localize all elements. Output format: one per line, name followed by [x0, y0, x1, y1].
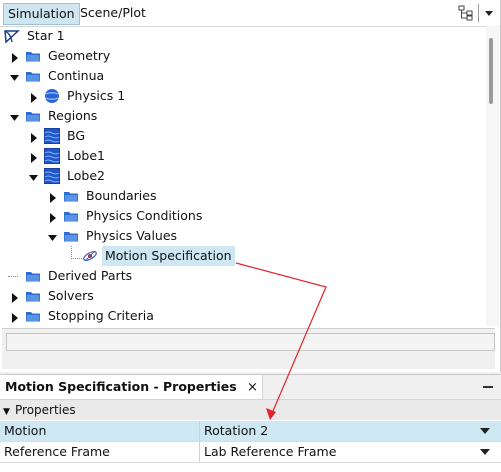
tree-item-lobe1[interactable]: Lobe1: [0, 146, 486, 166]
sim-icon: [4, 28, 20, 44]
dropdown-arrow-icon[interactable]: [480, 428, 490, 434]
folder-icon: [25, 268, 41, 284]
folder-icon: [25, 308, 41, 324]
tree-item-stopping-criteria[interactable]: Stopping Criteria: [0, 306, 486, 326]
folder-icon: [25, 288, 41, 304]
tree-item-label: Physics Conditions: [86, 208, 203, 223]
tree-item-physics-1[interactable]: Physics 1: [0, 86, 486, 106]
tree-item-label: Continua: [48, 68, 105, 83]
property-row-reference-frame[interactable]: Reference Frame Lab Reference Frame: [0, 442, 501, 463]
column-divider: [199, 442, 200, 462]
tab-simulation[interactable]: Simulation: [3, 3, 80, 25]
simulation-panel: Simulation Scene/Plot Star 1 Geometry Cont…: [0, 0, 501, 372]
tree-item-motion-specification[interactable]: Motion Specification: [0, 246, 486, 266]
panel-tabbar: Simulation Scene/Plot: [0, 0, 500, 27]
folder-icon: [63, 208, 79, 224]
section-expanded-icon[interactable]: ▼: [3, 402, 15, 422]
property-name: Motion: [4, 423, 47, 438]
region-icon: [44, 148, 60, 164]
property-name: Reference Frame: [4, 444, 110, 459]
tree-item-physics-conditions[interactable]: Physics Conditions: [0, 206, 486, 226]
minimize-icon[interactable]: [483, 386, 493, 388]
tree-item-physics-values[interactable]: Physics Values: [0, 226, 486, 246]
tree-item-label: Motion Specification: [102, 246, 235, 266]
properties-tab[interactable]: Motion Specification - Properties ×: [0, 375, 263, 399]
tree-item-label: Star 1: [27, 28, 65, 43]
properties-title: Motion Specification - Properties: [5, 379, 237, 394]
tree-item-label: Boundaries: [86, 188, 157, 203]
tree-item-geometry[interactable]: Geometry: [0, 46, 486, 66]
tree-item-regions[interactable]: Regions: [0, 106, 486, 126]
tree-item-solvers[interactable]: Solvers: [0, 286, 486, 306]
region-icon: [44, 128, 60, 144]
tree-item-label: Regions: [48, 108, 98, 123]
tree-item-lobe2[interactable]: Lobe2: [0, 166, 486, 186]
collapsed-arrow-icon[interactable]: [10, 311, 20, 323]
region-icon: [44, 168, 60, 184]
collapsed-arrow-icon[interactable]: [29, 131, 39, 143]
expanded-arrow-icon[interactable]: [48, 231, 58, 241]
physics-icon: [44, 88, 60, 104]
tree-vertical-scrollbar[interactable]: [486, 26, 499, 326]
motion-icon: [82, 248, 98, 264]
collapsed-arrow-icon[interactable]: [29, 151, 39, 163]
tree-item-label: Solvers: [48, 288, 94, 303]
tree-view-icon[interactable]: [458, 5, 474, 21]
tree-item-label: Physics Values: [86, 228, 178, 243]
properties-section-header[interactable]: ▼ Properties: [0, 400, 501, 420]
folder-icon: [63, 188, 79, 204]
folder-icon: [25, 108, 41, 124]
expanded-arrow-icon[interactable]: [10, 71, 20, 81]
tree-item-bg[interactable]: BG: [0, 126, 486, 146]
folder-icon: [25, 48, 41, 64]
folder-icon: [25, 68, 41, 84]
tree-item-label: Physics 1: [67, 88, 126, 103]
column-divider: [199, 421, 200, 441]
property-value[interactable]: Lab Reference Frame: [204, 442, 336, 462]
tree-item-continua[interactable]: Continua: [0, 66, 486, 86]
close-icon[interactable]: ×: [247, 376, 258, 400]
tree-item-label: Lobe1: [67, 148, 105, 163]
expanded-arrow-icon[interactable]: [29, 171, 39, 181]
tree-item-label: Stopping Criteria: [48, 308, 154, 323]
folder-icon: [63, 228, 79, 244]
property-row-motion[interactable]: Motion Rotation 2: [0, 421, 501, 442]
tree-item-label: Geometry: [48, 48, 111, 63]
properties-panel: Motion Specification - Properties × ▼ Pro…: [0, 374, 501, 472]
simulation-tree: Star 1 Geometry Continua Physics 1 Regions BG…: [0, 26, 486, 326]
app-frame: Simulation Scene/Plot Star 1 Geometry Cont…: [0, 0, 501, 472]
tree-connector: [8, 276, 18, 277]
properties-header: Motion Specification - Properties ×: [0, 375, 501, 400]
tree-item-boundaries[interactable]: Boundaries: [0, 186, 486, 206]
dropdown-arrow-icon[interactable]: [480, 449, 490, 455]
tree-item-derived-parts[interactable]: Derived Parts: [0, 266, 486, 286]
collapsed-arrow-icon[interactable]: [10, 291, 20, 303]
tab-scene-plot[interactable]: Scene/Plot: [76, 3, 150, 23]
tree-item-label: Lobe2: [67, 168, 105, 183]
property-value[interactable]: Rotation 2: [204, 421, 268, 441]
tree-item-label: Derived Parts: [48, 268, 133, 283]
panel-menu-icon[interactable]: [481, 4, 497, 22]
tree-horizontal-scrollbar[interactable]: [6, 333, 495, 351]
tree-item-star-1[interactable]: Star 1: [0, 26, 486, 46]
collapsed-arrow-icon[interactable]: [48, 211, 58, 223]
expanded-arrow-icon[interactable]: [10, 111, 20, 121]
collapsed-arrow-icon[interactable]: [10, 51, 20, 63]
collapsed-arrow-icon[interactable]: [29, 91, 39, 103]
toolbar-separator: [478, 4, 479, 22]
section-label: Properties: [15, 403, 76, 417]
scrollbar-thumb[interactable]: [489, 38, 493, 104]
tree-item-label: BG: [67, 128, 86, 143]
tree-bottom-area: [2, 328, 495, 369]
collapsed-arrow-icon[interactable]: [48, 191, 58, 203]
